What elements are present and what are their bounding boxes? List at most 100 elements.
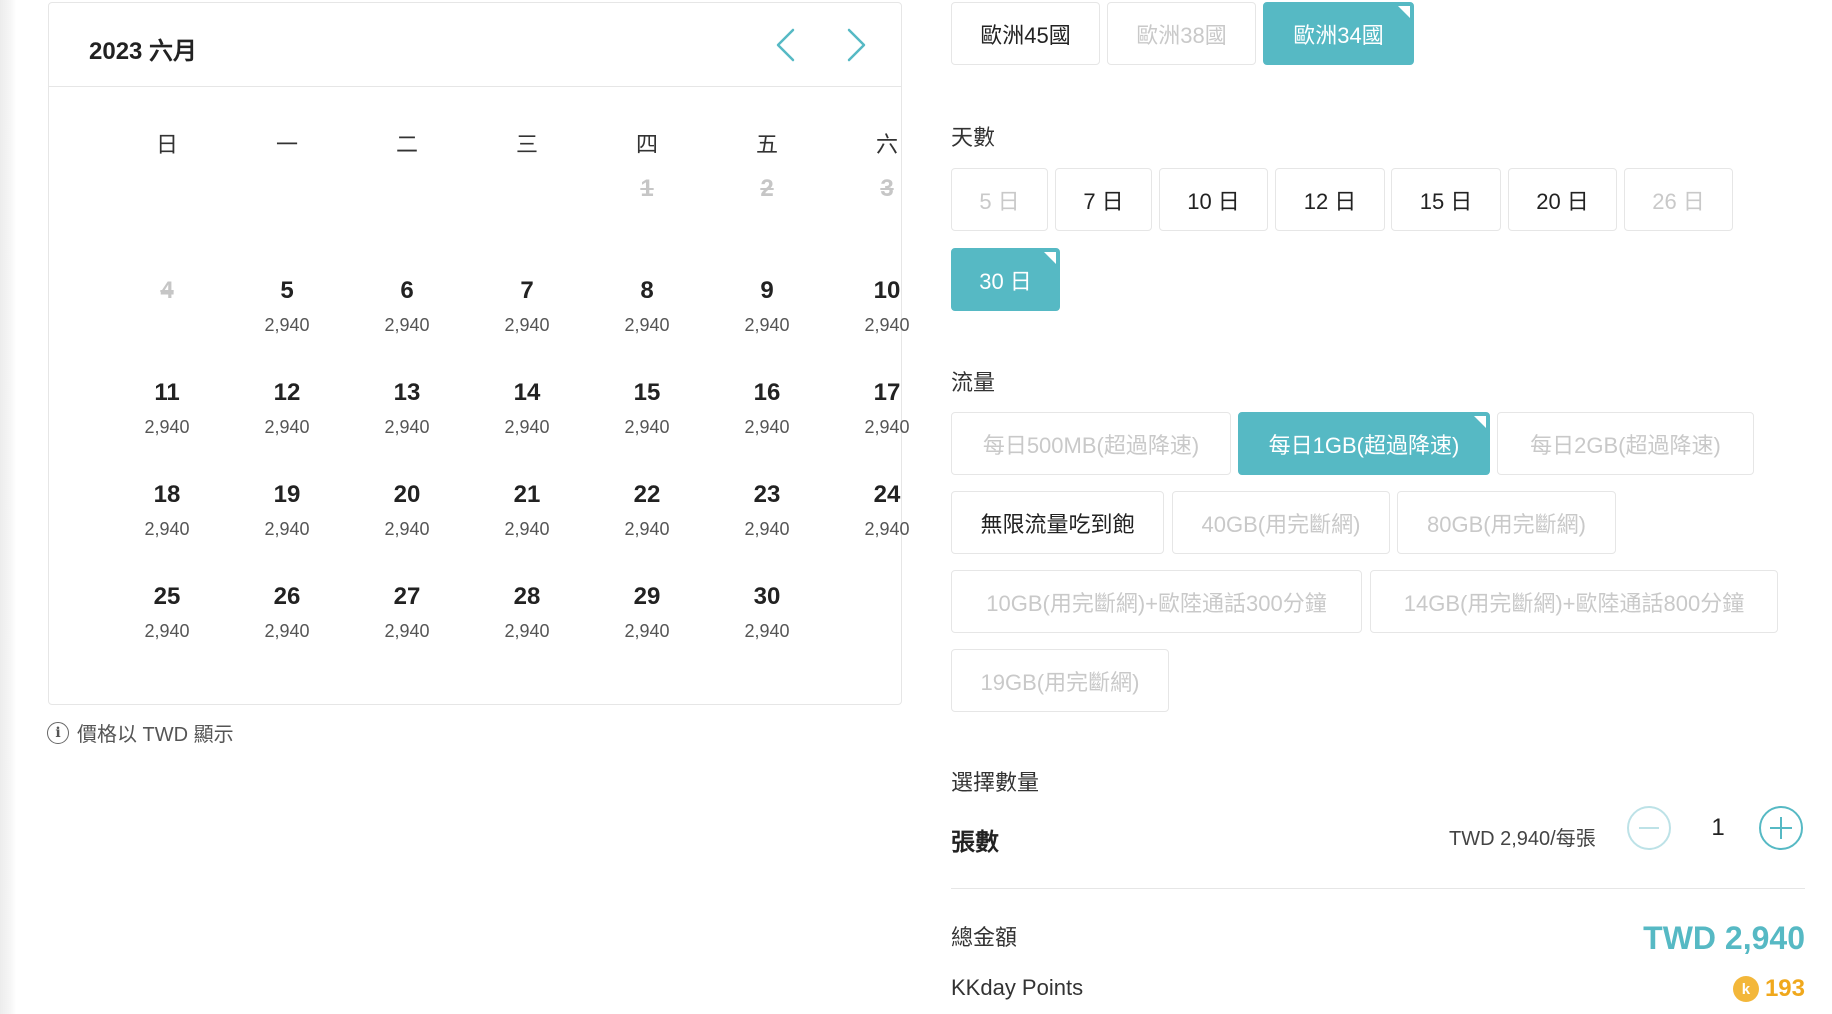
region-option-34[interactable]: 歐洲34國: [1263, 2, 1414, 65]
region-option-38[interactable]: 歐洲38國: [1107, 2, 1256, 65]
day-price: 2,940: [504, 621, 550, 641]
day-number: 23: [753, 481, 781, 508]
points-amount: k 193: [1732, 975, 1805, 1003]
calendar-day[interactable]: 25 2,940: [107, 561, 227, 651]
next-month-button[interactable]: [837, 23, 877, 67]
day-price: 2,940: [624, 621, 670, 641]
calendar-day[interactable]: 9 2,940: [707, 255, 827, 345]
unit-price: TWD 2,940/每張: [1449, 828, 1596, 850]
calendar-day[interactable]: 30 2,940: [707, 561, 827, 651]
quantity-item-title: 張數: [951, 829, 999, 856]
calendar-day[interactable]: 12 2,940: [227, 357, 347, 447]
info-icon: i: [47, 721, 69, 744]
days-option-30[interactable]: 30 日: [951, 248, 1060, 311]
data-option-40gb[interactable]: 40GB(用完斷網): [1172, 491, 1390, 554]
day-price: 2,940: [744, 519, 790, 539]
day-price: 2,940: [264, 315, 310, 335]
weekday-label: 三: [515, 132, 538, 157]
date-calendar: 2023 六月 日 一 二 三 四 五 六 1 2 3 4 5 2,940 6 2,940 7 2…: [48, 2, 910, 705]
day-price: 2,940: [384, 519, 430, 539]
plus-icon: [1770, 817, 1792, 839]
calendar-day[interactable]: 13 2,940: [347, 357, 467, 447]
calendar-month-title: 2023 六月: [89, 38, 198, 65]
points-label: KKday Points: [951, 975, 1084, 1000]
calendar-day[interactable]: 6 2,940: [347, 255, 467, 345]
day-price: 2,940: [624, 519, 670, 539]
quantity-section-label: 選擇數量: [951, 770, 1040, 795]
day-number: 21: [513, 481, 541, 508]
currency-note-text: 價格以 TWD 顯示: [77, 724, 234, 746]
days-option-10[interactable]: 10 日: [1159, 168, 1268, 231]
calendar-day[interactable]: 18 2,940: [107, 459, 227, 549]
day-price: 2,940: [264, 519, 310, 539]
calendar-day[interactable]: 20 2,940: [347, 459, 467, 549]
day-price: 2,940: [144, 417, 190, 437]
calendar-day: 4: [107, 255, 227, 345]
calendar-day[interactable]: 27 2,940: [347, 561, 467, 651]
data-option-1gb[interactable]: 每日1GB(超過降速): [1238, 412, 1490, 475]
calendar-day[interactable]: 5 2,940: [227, 255, 347, 345]
data-option-19gb[interactable]: 19GB(用完斷網): [951, 649, 1169, 712]
days-option-20[interactable]: 20 日: [1508, 168, 1617, 231]
day-price: 2,940: [744, 621, 790, 641]
calendar-day[interactable]: 22 2,940: [587, 459, 707, 549]
days-option-15[interactable]: 15 日: [1391, 168, 1501, 231]
day-number: 5: [280, 277, 294, 304]
day-number: 15: [633, 379, 661, 406]
day-number: 26: [273, 583, 301, 610]
calendar-day[interactable]: 15 2,940: [587, 357, 707, 447]
day-number: 20: [393, 481, 421, 508]
day-number: 10: [873, 277, 901, 304]
days-option-26[interactable]: 26 日: [1624, 168, 1733, 231]
day-number: 24: [873, 481, 901, 508]
calendar-day[interactable]: 19 2,940: [227, 459, 347, 549]
calendar-day: 1: [587, 153, 707, 243]
quantity-value: 1: [1711, 814, 1725, 841]
day-number: 27: [393, 583, 421, 610]
region-option-45[interactable]: 歐洲45國: [951, 2, 1100, 65]
chevron-right-icon: [847, 28, 866, 62]
data-option-500mb[interactable]: 每日500MB(超過降速): [951, 412, 1231, 475]
data-option-10gb-call[interactable]: 10GB(用完斷網)+歐陸通話300分鐘: [951, 570, 1362, 633]
calendar-day[interactable]: 17 2,940: [827, 357, 947, 447]
day-price: 2,940: [264, 417, 310, 437]
days-option-12[interactable]: 12 日: [1275, 168, 1385, 231]
total-label: 總金額: [951, 925, 1018, 950]
day-number: 18: [153, 481, 181, 508]
decrease-quantity-button[interactable]: [1627, 806, 1671, 850]
day-number: 12: [273, 379, 301, 406]
data-option-unlimited[interactable]: 無限流量吃到飽: [951, 491, 1164, 554]
day-number: 17: [873, 379, 901, 406]
currency-note: i 價格以 TWD 顯示: [47, 718, 234, 747]
day-price: 2,940: [864, 519, 910, 539]
points-value: 193: [1764, 975, 1805, 1002]
data-option-2gb[interactable]: 每日2GB(超過降速): [1497, 412, 1754, 475]
day-price: 2,940: [744, 315, 790, 335]
calendar-day[interactable]: 16 2,940: [707, 357, 827, 447]
calendar-day[interactable]: 8 2,940: [587, 255, 707, 345]
increase-quantity-button[interactable]: [1759, 806, 1803, 850]
day-price: 2,940: [504, 315, 550, 335]
calendar-day[interactable]: 23 2,940: [707, 459, 827, 549]
calendar-day[interactable]: 11 2,940: [107, 357, 227, 447]
day-number: 16: [753, 379, 781, 406]
left-edge-shadow: [0, 0, 16, 1014]
calendar-day[interactable]: 24 2,940: [827, 459, 947, 549]
calendar-day[interactable]: 26 2,940: [227, 561, 347, 651]
day-number: 19: [273, 481, 301, 508]
data-option-80gb[interactable]: 80GB(用完斷網): [1397, 491, 1616, 554]
day-number: 9: [760, 277, 774, 304]
days-option-5[interactable]: 5 日: [951, 168, 1048, 231]
calendar-day[interactable]: 29 2,940: [587, 561, 707, 651]
calendar-day[interactable]: 14 2,940: [467, 357, 587, 447]
calendar-day[interactable]: 7 2,940: [467, 255, 587, 345]
calendar-day[interactable]: 10 2,940: [827, 255, 947, 345]
day-price: 2,940: [744, 417, 790, 437]
calendar-day[interactable]: 21 2,940: [467, 459, 587, 549]
day-number: 11: [154, 379, 180, 406]
days-option-7[interactable]: 7 日: [1055, 168, 1152, 231]
prev-month-button[interactable]: [765, 23, 805, 67]
data-option-14gb-call[interactable]: 14GB(用完斷網)+歐陸通話800分鐘: [1370, 570, 1778, 633]
kkday-coin-icon: k: [1732, 976, 1759, 1002]
calendar-day[interactable]: 28 2,940: [467, 561, 587, 651]
